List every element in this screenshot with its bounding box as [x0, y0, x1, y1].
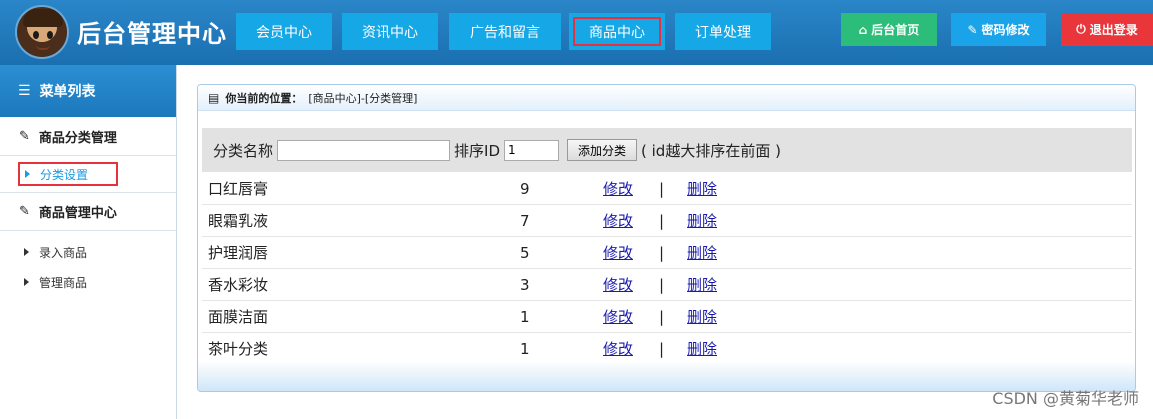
category-name-input[interactable]	[277, 139, 451, 161]
sort-id-input[interactable]	[504, 139, 559, 161]
sidebar-section-product[interactable]: ✎ 商品管理中心	[0, 192, 176, 231]
category-name: 香水彩妆	[208, 276, 269, 294]
delete-link[interactable]: 删除	[687, 306, 717, 327]
category-sort: 9	[520, 179, 530, 198]
category-sort: 5	[520, 243, 530, 262]
separator: |	[659, 211, 665, 230]
category-list: 口红唇膏 9 修改 | 删除 眼霜乳液 7 修改 | 删除 护理润唇 5 修改 | 删除 香水彩妆 3 修改 | 删除…	[202, 173, 1132, 365]
sidebar-item-manage-product[interactable]: 管理商品	[0, 267, 176, 297]
sidebar-item-category-settings[interactable]: 分类设置	[17, 161, 119, 187]
edit-link[interactable]: 修改	[603, 274, 633, 295]
sidebar-section-category[interactable]: ✎ 商品分类管理	[0, 117, 176, 156]
category-name: 面膜洁面	[208, 308, 269, 326]
separator: |	[659, 339, 665, 358]
category-name: 茶叶分类	[208, 340, 269, 358]
table-row: 香水彩妆 3 修改 | 删除	[202, 269, 1132, 301]
home-icon: ⌂	[858, 22, 868, 37]
table-row: 眼霜乳液 7 修改 | 删除	[202, 205, 1132, 237]
table-icon: ▤	[208, 90, 220, 105]
nav-member-center[interactable]: 会员中心	[236, 13, 332, 50]
category-name: 眼霜乳液	[208, 212, 269, 230]
category-sort: 3	[520, 275, 530, 294]
list-icon: ☰	[18, 83, 31, 99]
table-row: 护理润唇 5 修改 | 删除	[202, 237, 1132, 269]
nav-ads-messages[interactable]: 广告和留言	[449, 13, 561, 50]
delete-link[interactable]: 删除	[687, 210, 717, 231]
sidebar-heading: ☰ 菜单列表	[0, 65, 176, 117]
table-row: 口红唇膏 9 修改 | 删除	[202, 173, 1132, 205]
category-name: 护理润唇	[208, 244, 269, 262]
delete-link[interactable]: 删除	[687, 242, 717, 263]
nav-product-center[interactable]: 商品中心	[569, 13, 665, 50]
delete-link[interactable]: 删除	[687, 338, 717, 359]
change-password-button[interactable]: ✎ 密码修改	[951, 13, 1046, 46]
power-icon: ⏻	[1076, 22, 1086, 36]
sort-id-label: 排序ID	[454, 141, 500, 160]
add-category-button[interactable]: 添加分类	[567, 139, 638, 161]
edit-icon: ✎	[19, 204, 30, 219]
top-header: 后台管理中心 会员中心 资讯中心 广告和留言 商品中心 订单处理 ⌂ 后台首页 ✎…	[0, 0, 1153, 65]
nav-order-processing[interactable]: 订单处理	[675, 13, 771, 50]
watermark: CSDN @黄菊华老师	[992, 389, 1139, 408]
category-sort: 7	[520, 211, 530, 230]
site-title: 后台管理中心	[77, 20, 227, 48]
category-panel: ▤ 你当前的位置： [商品中心]-[分类管理] 分类名称 排序ID 添加分类 (…	[197, 84, 1136, 392]
caret-right-icon	[24, 248, 29, 256]
caret-right-icon	[24, 278, 29, 286]
wrench-icon: ✎	[967, 22, 978, 37]
breadcrumb: ▤ 你当前的位置： [商品中心]-[分类管理]	[198, 85, 1135, 111]
table-row: 面膜洁面 1 修改 | 删除	[202, 301, 1132, 333]
add-category-form: 分类名称 排序ID 添加分类 ( id越大排序在前面 )	[202, 128, 1132, 172]
sidebar-item-add-product[interactable]: 录入商品	[0, 237, 176, 267]
sidebar: ☰ 菜单列表 ✎ 商品分类管理 分类设置 ✎ 商品管理中心 录入商品 管理商品	[0, 65, 177, 419]
separator: |	[659, 179, 665, 198]
edit-icon: ✎	[19, 128, 30, 144]
caret-right-icon	[25, 170, 30, 178]
category-name-label: 分类名称	[213, 141, 274, 160]
edit-link[interactable]: 修改	[603, 338, 633, 359]
edit-link[interactable]: 修改	[603, 242, 633, 263]
nav-news-center[interactable]: 资讯中心	[342, 13, 438, 50]
avatar-logo	[15, 5, 69, 59]
edit-link[interactable]: 修改	[603, 210, 633, 231]
separator: |	[659, 307, 665, 326]
category-sort: 1	[520, 339, 530, 358]
sort-hint: ( id越大排序在前面 )	[641, 141, 781, 160]
category-name: 口红唇膏	[208, 180, 269, 198]
edit-link[interactable]: 修改	[603, 178, 633, 199]
delete-link[interactable]: 删除	[687, 178, 717, 199]
logout-button[interactable]: ⏻ 退出登录	[1061, 13, 1153, 46]
separator: |	[659, 243, 665, 262]
separator: |	[659, 275, 665, 294]
delete-link[interactable]: 删除	[687, 274, 717, 295]
home-button[interactable]: ⌂ 后台首页	[841, 13, 937, 46]
category-sort: 1	[520, 307, 530, 326]
edit-link[interactable]: 修改	[603, 306, 633, 327]
